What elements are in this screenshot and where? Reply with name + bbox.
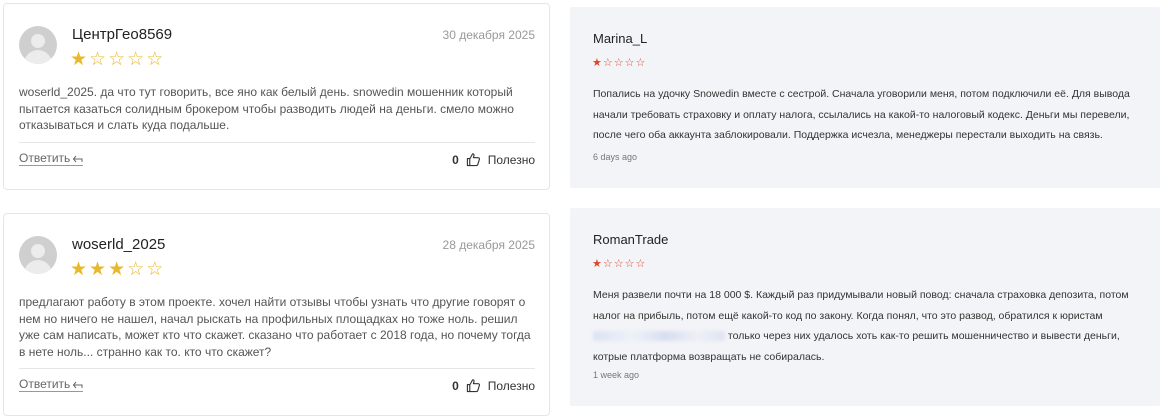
star-empty-icon: ☆: [108, 49, 126, 70]
thumbs-up-icon[interactable]: [466, 378, 481, 393]
star-empty-icon: ☆: [127, 259, 145, 280]
star-rating: ★ ☆ ☆ ☆ ☆: [592, 57, 645, 69]
star-filled-icon: ★: [70, 49, 88, 70]
review-text: woserld_2025. да что тут говорить, все я…: [19, 85, 514, 132]
star-empty-icon: ☆: [624, 258, 635, 270]
review-text: предлагают работу в этом проекте. хочел …: [19, 295, 531, 359]
review-author: Marina_L: [593, 31, 648, 46]
useful-count: 0: [452, 378, 459, 393]
review-text: Меня развели почти на 18 000 $. Каждый р…: [593, 285, 1143, 367]
star-empty-icon: ☆: [613, 258, 624, 270]
star-filled-icon: ★: [592, 258, 602, 270]
review-time: 1 week ago: [593, 370, 640, 380]
review-author: ЦентрГео8569: [72, 26, 173, 43]
review-time: 6 days ago: [593, 152, 638, 162]
review-card: ЦентрГео8569 30 декабря 2025 ★ ☆ ☆ ☆ ☆ woser…: [3, 3, 550, 190]
star-empty-icon: ☆: [624, 57, 635, 69]
review-text: Попались на удочку Snowedin вместе с сес…: [593, 88, 1130, 141]
star-empty-icon: ☆: [146, 259, 164, 280]
thumbs-up-icon[interactable]: [466, 152, 481, 167]
review-text-part: Меня развели почти на 18 000 $. Каждый р…: [593, 289, 1129, 322]
star-filled-icon: ★: [108, 259, 126, 280]
review-author: woserld_2025: [72, 236, 166, 253]
redacted-link: [593, 331, 725, 342]
review-date: 28 декабря 2025: [442, 238, 535, 252]
star-empty-icon: ☆: [635, 57, 646, 69]
star-empty-icon: ☆: [89, 49, 107, 70]
star-rating: ★ ☆ ☆ ☆ ☆: [70, 50, 163, 70]
review-author: RomanTrade: [593, 232, 669, 247]
star-empty-icon: ☆: [602, 57, 613, 69]
reply-arrow-icon: [73, 155, 83, 162]
star-empty-icon: ☆: [613, 57, 624, 69]
reply-button[interactable]: Ответить: [19, 377, 84, 392]
useful-vote[interactable]: 0 Полезно: [452, 378, 535, 393]
reply-label: Ответить: [19, 377, 71, 391]
useful-count: 0: [452, 152, 459, 167]
useful-vote[interactable]: 0 Полезно: [452, 152, 535, 167]
avatar: [19, 236, 57, 274]
review-card: Marina_L ★ ☆ ☆ ☆ ☆ Попались на удочку Snowed…: [570, 7, 1160, 188]
star-filled-icon: ★: [592, 57, 602, 69]
star-filled-icon: ★: [89, 259, 107, 280]
reply-button[interactable]: Ответить: [19, 151, 84, 166]
avatar: [19, 26, 57, 64]
review-card: RomanTrade ★ ☆ ☆ ☆ ☆ Меня развели почти на 1…: [570, 208, 1160, 406]
star-empty-icon: ☆: [146, 49, 164, 70]
useful-label: Полезно: [487, 152, 535, 167]
useful-label: Полезно: [487, 378, 535, 393]
review-date: 30 декабря 2025: [442, 28, 535, 42]
star-empty-icon: ☆: [635, 258, 646, 270]
divider: [19, 368, 535, 369]
reply-arrow-icon: [73, 381, 83, 388]
star-rating: ★ ☆ ☆ ☆ ☆: [592, 258, 645, 270]
divider: [19, 142, 535, 143]
review-card: woserld_2025 28 декабря 2025 ★ ★ ★ ☆ ☆ предл…: [3, 213, 550, 416]
reply-label: Ответить: [19, 151, 71, 165]
star-rating: ★ ★ ★ ☆ ☆: [70, 260, 163, 280]
star-empty-icon: ☆: [602, 258, 613, 270]
star-empty-icon: ☆: [127, 49, 145, 70]
star-filled-icon: ★: [70, 259, 88, 280]
